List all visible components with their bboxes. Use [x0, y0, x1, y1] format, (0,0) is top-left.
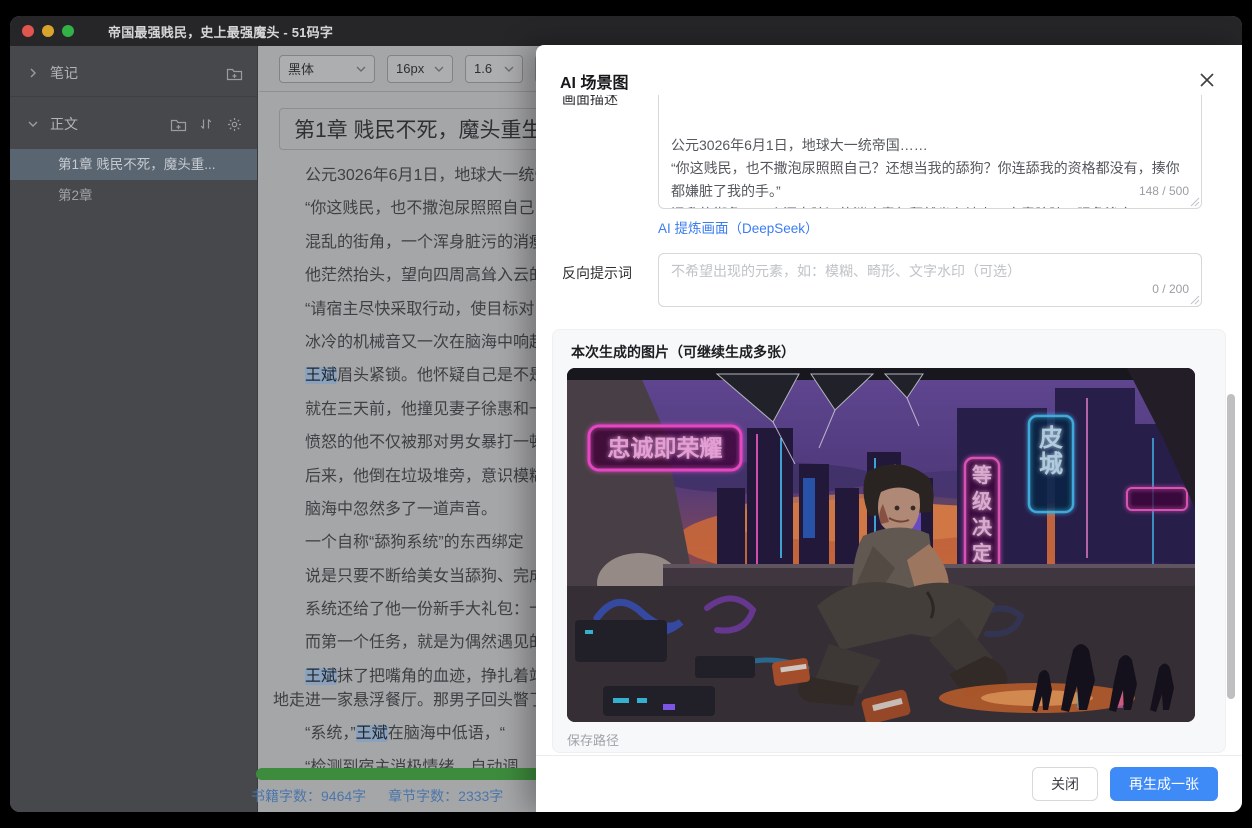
description-label: 画面描述: [562, 95, 618, 109]
close-button[interactable]: 关闭: [1032, 767, 1098, 801]
sidebar-section-label: 正文: [50, 114, 78, 134]
minimize-window-button[interactable]: [42, 25, 54, 37]
zoom-window-button[interactable]: [62, 25, 74, 37]
dialog-header: AI 场景图: [536, 45, 1242, 95]
window-title: 帝国最强贱民，史上最强魔头 - 51码字: [108, 22, 333, 41]
new-folder-icon[interactable]: [225, 64, 243, 82]
generated-images-panel: 本次生成的图片（可继续生成多张）: [552, 329, 1226, 753]
font-size-select[interactable]: 16px: [387, 55, 453, 83]
sidebar: 笔记 正文: [10, 46, 258, 812]
chevron-right-icon: [24, 64, 42, 82]
negative-prompt-field: 0 / 200: [658, 253, 1202, 307]
chapter-list: 第1章 贱民不死，魔头重...第2章: [10, 149, 257, 211]
line-height-select[interactable]: 1.6: [465, 55, 523, 83]
regenerate-button[interactable]: 再生成一张: [1110, 767, 1218, 801]
book-word-count: 书籍字数：9464字: [251, 786, 366, 806]
sidebar-section-row[interactable]: 正文: [10, 105, 257, 143]
dialog-title: AI 场景图: [560, 69, 628, 93]
font-size-value: 16px: [396, 61, 424, 76]
sidebar-item-chapter[interactable]: 第2章: [10, 180, 257, 211]
save-path-label: 保存路径: [567, 730, 619, 749]
modal-scrollbar-thumb[interactable]: [1227, 394, 1235, 699]
close-window-button[interactable]: [22, 25, 34, 37]
scene-description-textarea[interactable]: 公元3026年6月1日，地球大一统帝国…… “你这贱民，也不撒泡尿照照自己？还想…: [658, 95, 1202, 209]
new-folder-icon[interactable]: [169, 115, 187, 133]
chevron-down-icon: [434, 65, 444, 73]
chapter-title-text: 第1章 贱民不死，魔头重生: [294, 114, 543, 144]
sort-icon[interactable]: [197, 115, 215, 133]
sidebar-item-chapter[interactable]: 第1章 贱民不死，魔头重...: [10, 149, 257, 180]
dialog-body: 画面描述 公元3026年6月1日，地球大一统帝国…… “你这贱民，也不撒泡尿照照…: [536, 95, 1228, 755]
chapter-word-count: 章节字数：2333字: [388, 786, 503, 806]
chevron-down-icon: [356, 65, 366, 73]
gear-icon[interactable]: [225, 115, 243, 133]
dialog-footer: 关闭 再生成一张: [536, 755, 1242, 812]
scene-description-text: 公元3026年6月1日，地球大一统帝国…… “你这贱民，也不撒泡尿照照自己？还想…: [671, 134, 1189, 209]
status-bar: 书籍字数：9464字 章节字数：2333字: [251, 786, 503, 806]
chevron-down-icon: [24, 115, 42, 133]
screen: 帝国最强贱民，史上最强魔头 - 51码字 笔记 正文: [0, 0, 1252, 828]
negative-prompt-textarea[interactable]: [658, 253, 1202, 307]
ai-refine-link[interactable]: AI 提炼画面（DeepSeek）: [658, 217, 819, 237]
negative-prompt-label: 反向提示词: [562, 263, 632, 283]
close-icon[interactable]: [1198, 71, 1216, 89]
app-window: 帝国最强贱民，史上最强魔头 - 51码字 笔记 正文: [10, 16, 1242, 812]
window-titlebar: 帝国最强贱民，史上最强魔头 - 51码字: [10, 16, 1242, 46]
resize-handle-icon[interactable]: [1190, 197, 1200, 207]
sidebar-divider: [10, 96, 257, 97]
resize-handle-icon[interactable]: [1190, 295, 1200, 305]
chevron-down-icon: [504, 65, 514, 73]
font-family-value: 黑体: [288, 59, 314, 78]
negative-counter: 0 / 200: [1152, 278, 1189, 301]
font-family-select[interactable]: 黑体: [279, 55, 375, 83]
cyberpunk-scene-illustration: 等级决定命运 皮城 虫斯帝耀: [567, 368, 1195, 722]
ai-scene-image-dialog: AI 场景图 画面描述 公元3026年6月1日，地球大一统帝国…… “你这贱民，…: [536, 45, 1242, 812]
generated-images-label: 本次生成的图片（可继续生成多张）: [571, 342, 795, 362]
character-name-highlight: 王斌: [305, 668, 337, 685]
generated-scene-image[interactable]: 等级决定命运 皮城 虫斯帝耀: [567, 368, 1195, 722]
description-counter: 148 / 500: [1139, 180, 1189, 203]
character-name-highlight: 王斌: [356, 725, 388, 742]
sidebar-notes-label: 笔记: [50, 63, 78, 83]
sidebar-notes-row[interactable]: 笔记: [10, 54, 257, 92]
line-height-value: 1.6: [474, 61, 492, 76]
character-name-highlight: 王斌: [305, 367, 337, 384]
